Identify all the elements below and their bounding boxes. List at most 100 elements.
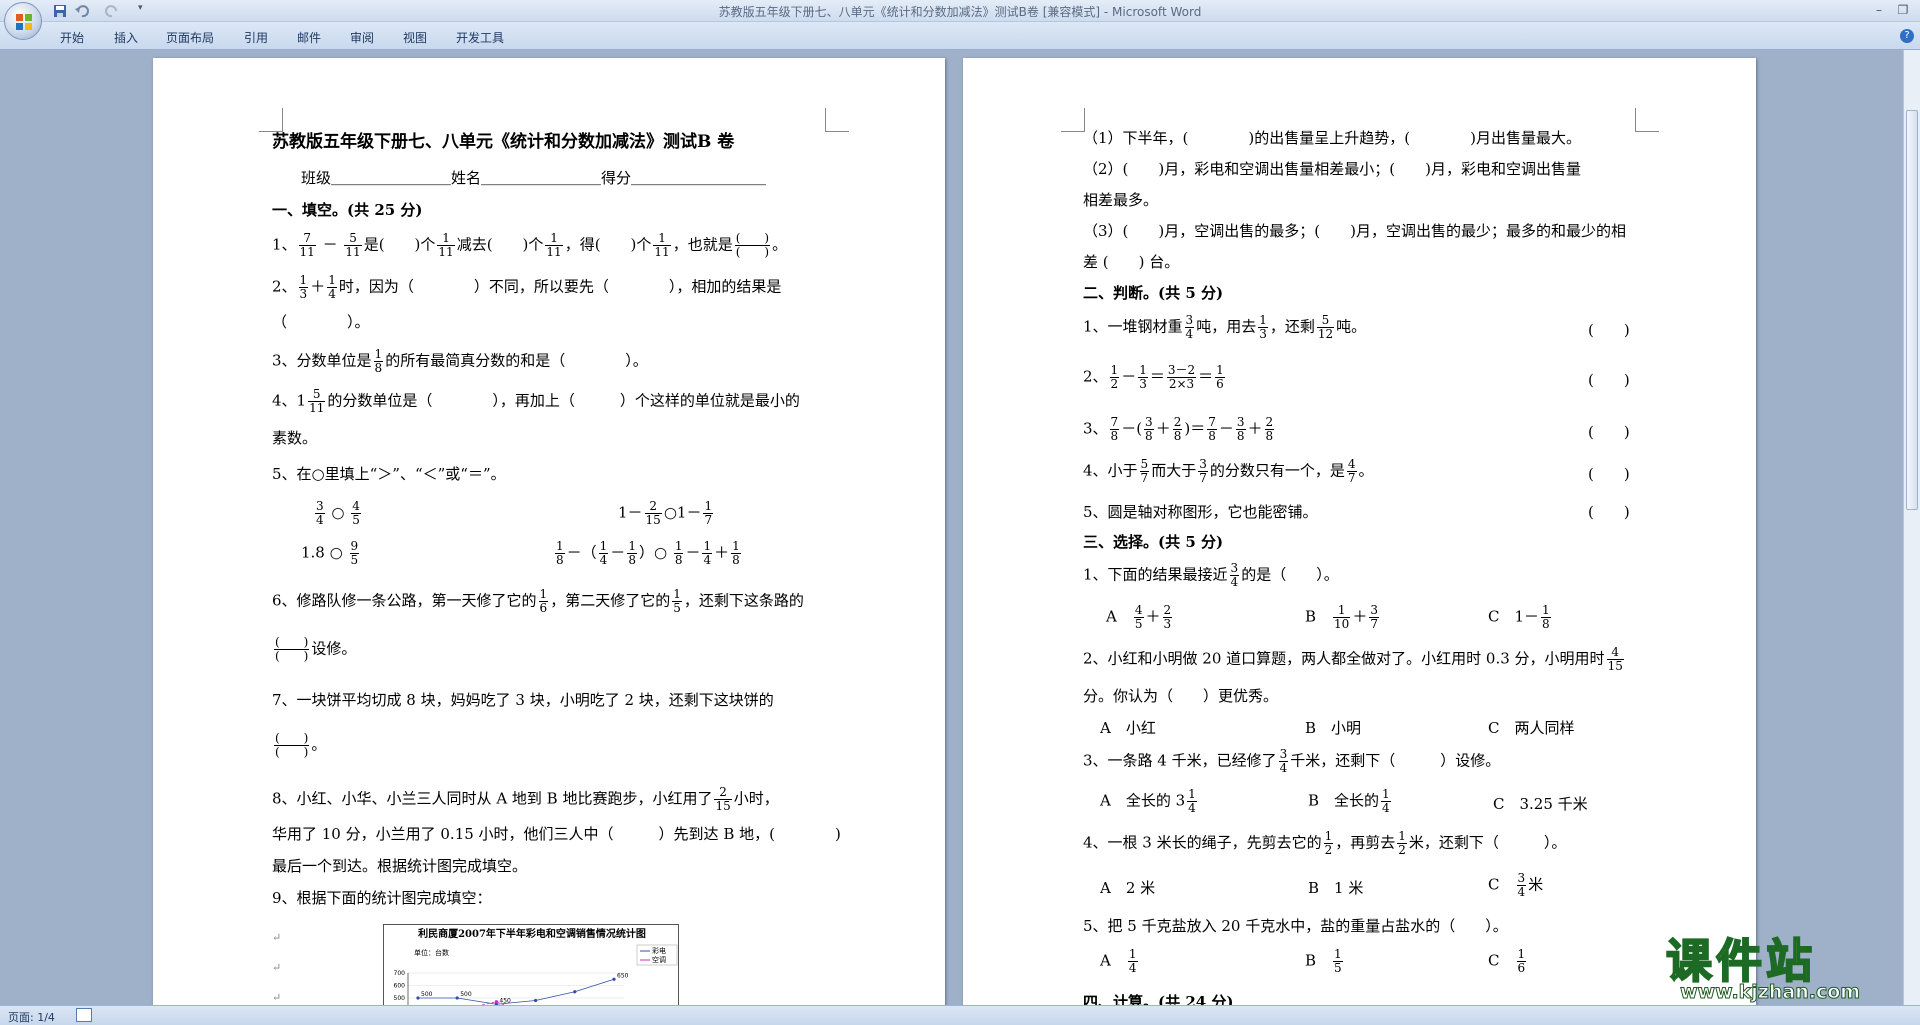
fraction: 13 [1258, 314, 1268, 341]
question-7-line2: ( )( )。 [272, 732, 326, 759]
q3-text: 3、分数单位是 [272, 351, 372, 370]
numerator: 5 [1139, 457, 1150, 472]
minimize-icon[interactable]: – [1868, 2, 1890, 18]
question-3: 3、分数单位是 1 8 的所有最简真分数的和是（ ）。 [272, 348, 648, 375]
p2-line3: 相差最多。 [1083, 191, 1159, 209]
c4-option-a[interactable]: A 2 米 [1100, 878, 1155, 898]
c4-text: 米，还剩下（ ）。 [1408, 833, 1567, 852]
fraction: 34 [1184, 314, 1195, 341]
c3-text: 千米，还剩下（ ）设修。 [1290, 751, 1501, 770]
c3-option-a[interactable]: A 全长的 314 [1100, 788, 1199, 815]
c2-option-c[interactable]: C 两人同样 [1488, 718, 1574, 738]
fraction: 18 [1541, 604, 1551, 631]
denominator: 5 [352, 513, 360, 527]
c1-text: 1、下面的结果最接近 [1083, 565, 1228, 584]
c3-option-b[interactable]: B 全长的 1 4 [1308, 788, 1393, 815]
q3-text: 的所有最简真分数的和是（ ）。 [385, 351, 648, 370]
page-2[interactable]: （1）下半年，( )的出售量呈上升趋势，( )月出售量最大。 （2）( )月，彩… [963, 58, 1756, 1005]
denominator: 2 [1398, 843, 1406, 857]
answer-blank[interactable]: ( ) [1588, 320, 1630, 340]
fraction: 14 [327, 274, 337, 301]
q1-text: 。 [772, 235, 788, 254]
c3-text: 3、一条路 4 千米，已经修了 [1083, 751, 1277, 770]
fraction: 15 [1333, 948, 1343, 975]
question-6-line2: ( )( ) 设修。 [272, 636, 356, 663]
numerator: 7 [298, 232, 316, 246]
c5-option-a[interactable]: A 14 [1100, 948, 1140, 975]
numerator: 2 [1172, 415, 1183, 430]
data-point [612, 977, 616, 981]
c4-text: ，再剪去 [1335, 833, 1396, 852]
tab-references[interactable]: 引用 [244, 29, 268, 46]
data-label: 500 [460, 991, 472, 998]
legend-label: 彩电 [652, 946, 666, 955]
tab-insert[interactable]: 插入 [114, 29, 138, 46]
q5-text: 1.8 ○ [301, 543, 343, 562]
numerator: 1 [703, 499, 714, 514]
operator: ＝ [1149, 367, 1165, 386]
numerator: 5 [1316, 314, 1335, 328]
fraction: 12 [1109, 363, 1120, 391]
numerator: 7 [1207, 415, 1217, 430]
data-point [416, 996, 420, 1000]
fraction: 45 [1133, 603, 1144, 631]
c2-option-a[interactable]: A 小红 [1100, 718, 1156, 738]
answer-blank[interactable]: ( ) [1588, 422, 1630, 442]
help-icon[interactable]: ? [1900, 29, 1914, 43]
tab-review[interactable]: 审阅 [350, 29, 374, 46]
c2-option-b[interactable]: B 小明 [1305, 718, 1361, 738]
c1-option-b[interactable]: B 1 10 ＋ 3 7 [1305, 604, 1381, 631]
numerator: 4 [1133, 603, 1144, 618]
title-bar: ▾ 苏教版五年级下册七、八单元《统计和分数加减法》测试B卷 [兼容模式] - M… [0, 0, 1920, 40]
denominator: 8 [1110, 429, 1119, 443]
numerator: 1 [1109, 363, 1120, 378]
denominator: 3 [1163, 617, 1172, 631]
denominator: 2 [1324, 843, 1333, 857]
document-workspace[interactable]: 苏教版五年级下册七、八单元《统计和分数加减法》测试B 卷 班级＿＿＿＿＿＿＿＿姓… [0, 50, 1903, 1005]
blank-fraction: ( )( ) [274, 731, 310, 759]
margin-corner [259, 108, 283, 132]
answer-blank[interactable]: ( ) [1588, 502, 1630, 522]
data-label: 450 [499, 997, 511, 1004]
answer-blank[interactable]: ( ) [1588, 370, 1630, 390]
numerator: 3 [1144, 415, 1154, 430]
tab-view[interactable]: 视图 [403, 29, 427, 46]
sales-chart: 利民商厦2007年下半年彩电和空调销售情况统计图 单位：台数 彩电 空调 700… [383, 924, 679, 1005]
c1-option-c[interactable]: C 1－ 1 8 [1488, 604, 1553, 631]
numerator: 1 [731, 539, 741, 554]
paragraph-mark: ↵ [272, 961, 282, 974]
c5-option-b[interactable]: B 15 [1305, 948, 1345, 975]
office-button[interactable] [4, 2, 42, 40]
c5-option-c[interactable]: C 16 [1488, 948, 1528, 975]
c3-option-c[interactable]: C 3.25 千米 [1493, 794, 1588, 814]
numerator: 1 [1187, 787, 1197, 802]
numerator: 3－2 [1166, 363, 1197, 378]
fraction: 5 12 [1316, 314, 1335, 341]
c4-option-b[interactable]: B 1 米 [1308, 878, 1363, 898]
tab-mailings[interactable]: 邮件 [297, 29, 321, 46]
numerator: 3 [1229, 561, 1240, 576]
restore-icon[interactable]: ❐ [1892, 2, 1914, 18]
proofing-icon[interactable] [76, 1008, 92, 1022]
c1-option-a[interactable]: A 4 5 ＋ 2 3 [1106, 604, 1174, 631]
denominator: 8 [1542, 617, 1550, 631]
vertical-scrollbar[interactable] [1903, 50, 1920, 1005]
numerator: 4 [1346, 457, 1357, 472]
tab-developer[interactable]: 开发工具 [456, 29, 504, 46]
fraction: 23 [1162, 604, 1173, 631]
question-4-line2: 素数。 [272, 429, 318, 447]
answer-blank[interactable]: ( ) [1588, 464, 1630, 484]
tab-page-layout[interactable]: 页面布局 [166, 29, 214, 46]
judge-5: 5、圆是轴对称图形，它也能密铺。 [1083, 503, 1318, 521]
y-tick-label: 700 [394, 970, 406, 977]
scrollbar-thumb[interactable] [1906, 110, 1918, 510]
page-1[interactable]: 苏教版五年级下册七、八单元《统计和分数加减法》测试B 卷 班级＿＿＿＿＿＿＿＿姓… [153, 58, 945, 1005]
tab-home[interactable]: 开始 [60, 29, 84, 46]
question-8-line3: 最后一个到达。根据统计图完成填空。 [272, 857, 528, 875]
numerator: 1 [1541, 603, 1551, 618]
question-8: 8、小红、小华、小兰三人同时从 A 地到 B 地比赛跑步，小红用了 2 15 小时， [272, 786, 779, 813]
legend-label: 空调 [652, 955, 666, 964]
judge-2: 2、 1 2 － 1 3 ＝ 3－2 2×3 ＝ 1 6 [1083, 364, 1227, 391]
page-indicator[interactable]: 页面: 1/4 [8, 1009, 55, 1025]
c4-option-c[interactable]: C 34米 [1488, 872, 1543, 899]
